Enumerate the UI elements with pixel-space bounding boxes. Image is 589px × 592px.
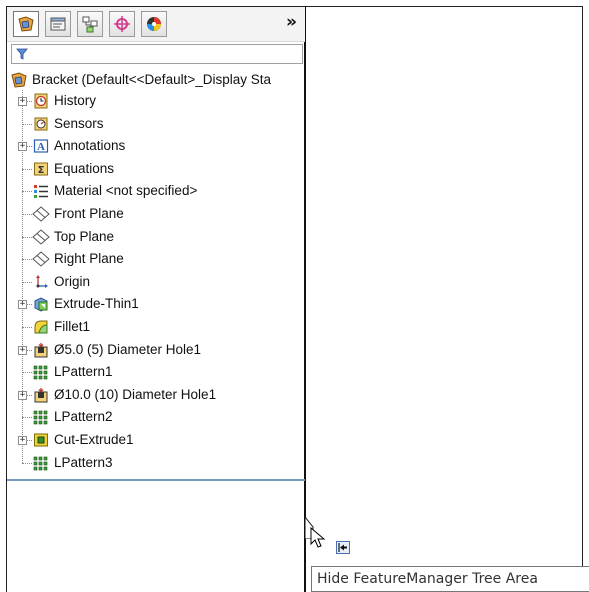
tree-branch-line [22,214,32,215]
plane-icon [32,250,50,268]
tree-item[interactable]: Front Plane [32,203,124,225]
hole-icon [32,386,50,404]
history-icon [32,92,50,110]
material-icon [32,182,50,200]
dimxpertmanager-icon [113,15,131,33]
manager-tab-bar: » [7,7,305,42]
arrow-left-icon [338,543,347,552]
tree-filter-input[interactable] [11,44,303,64]
annotations-icon: A [32,137,50,155]
tree-branch-line [22,168,32,170]
fillet-icon [32,318,50,336]
sensors-icon [32,115,50,133]
tree-item-label: Fillet1 [54,319,91,334]
tree-item[interactable]: History [32,90,96,112]
tree-item-label: Right Plane [54,251,124,267]
tooltip: Hide FeatureManager Tree Area [311,566,589,592]
tree-item-label: LPattern3 [54,454,113,470]
tree-item[interactable]: Fillet1 [32,316,90,338]
tree-item-label: LPattern2 [54,409,113,425]
tree-item-label: Extrude-Thin1 [54,296,139,312]
tree-item-label: Ø5.0 (5) Diameter Hole1 [54,341,202,357]
tree-item[interactable]: Right Plane [32,248,124,270]
tree-item[interactable]: Cut-Extrude1 [32,429,134,451]
cut-extrude-icon [32,431,50,449]
displaymanager-icon [145,15,163,33]
hide-tree-button[interactable] [336,541,350,554]
part-icon [10,71,28,89]
featuremanager-panel: » Bracket (Default<<Default>_Display Sta… [6,6,306,592]
expand-toggle-icon[interactable]: + [18,142,27,152]
tree-item[interactable]: A Annotations [32,135,125,157]
expand-toggle-icon[interactable]: + [18,300,27,310]
expand-toggle-icon[interactable]: + [18,436,27,445]
expand-toggle-icon[interactable]: + [18,390,27,400]
tree-item-label: Material <not specified> [54,183,198,199]
tree-item[interactable]: LPattern3 [32,452,113,474]
tree-item-label: Origin [54,273,91,289]
tree-branch-line [22,259,32,261]
plane-icon [32,205,50,223]
tree-branch-line [22,123,32,125]
tree-end-divider [7,479,305,481]
tree-branch-line [22,191,32,193]
tree-item-label: Ø10.0 (10) Diameter Hole1 [54,386,217,402]
linear-pattern-icon [32,408,50,426]
extrude-icon [32,295,50,313]
graphics-area[interactable] [306,6,583,592]
tree-branch-line [22,462,32,464]
tree-item[interactable]: Extrude-Thin1 [32,293,139,315]
mouse-cursor-icon [310,527,326,548]
tree-item[interactable]: Origin [32,271,90,293]
configurationmanager-tab[interactable] [77,11,103,37]
tree-item[interactable]: LPattern2 [32,406,113,428]
equations-icon: Σ [32,160,50,178]
tree-item-label: Annotations [54,138,126,154]
svg-text:Σ: Σ [38,165,45,176]
tree-item[interactable]: LPattern1 [32,361,113,383]
linear-pattern-icon [32,454,50,472]
tree-branch-line [22,281,32,283]
expand-toggle-icon[interactable]: + [18,97,27,106]
tree-branch-line [22,417,32,419]
featuremanager-tab[interactable] [13,11,39,37]
tree-item[interactable]: Ø5.0 (5) Diameter Hole1 [32,339,201,361]
tree-item-label: History [54,93,97,108]
featuremanager-icon [17,15,35,33]
dimxpertmanager-tab[interactable] [109,11,135,37]
linear-pattern-icon [32,363,50,381]
tree-item-label: Sensors [54,115,104,131]
tree-item-label: LPattern1 [54,364,113,380]
propertymanager-icon [49,15,67,33]
hole-icon [32,341,50,359]
tree-branch-line [22,372,32,374]
expand-toggle-icon[interactable]: + [18,345,27,355]
tree-item[interactable]: Top Plane [32,226,114,248]
tree-item[interactable]: Ø10.0 (10) Diameter Hole1 [32,384,216,406]
tree-item-label: Equations [54,160,115,176]
propertymanager-tab[interactable] [45,11,71,37]
origin-icon [32,273,50,291]
displaymanager-tab[interactable] [141,11,167,37]
tree-branch-line [22,327,32,328]
tree-item-label: Top Plane [54,228,115,244]
tree-root-bracket[interactable]: Bracket (Default<<Default>_Display Sta [10,70,304,90]
tree-item[interactable]: Material <not specified> [32,180,197,202]
tree-branch-line [22,236,32,238]
tree-item-label: Cut-Extrude1 [54,432,134,447]
tree-item[interactable]: Σ Equations [32,158,114,180]
more-tabs-button[interactable]: » [286,12,297,32]
plane-icon [32,228,50,246]
svg-text:A: A [37,141,45,153]
configurationmanager-icon [81,15,99,33]
root-label: Bracket (Default<<Default>_Display Sta [32,72,271,87]
tree-item-label: Front Plane [54,206,124,221]
tree-item[interactable]: Sensors [32,113,104,135]
